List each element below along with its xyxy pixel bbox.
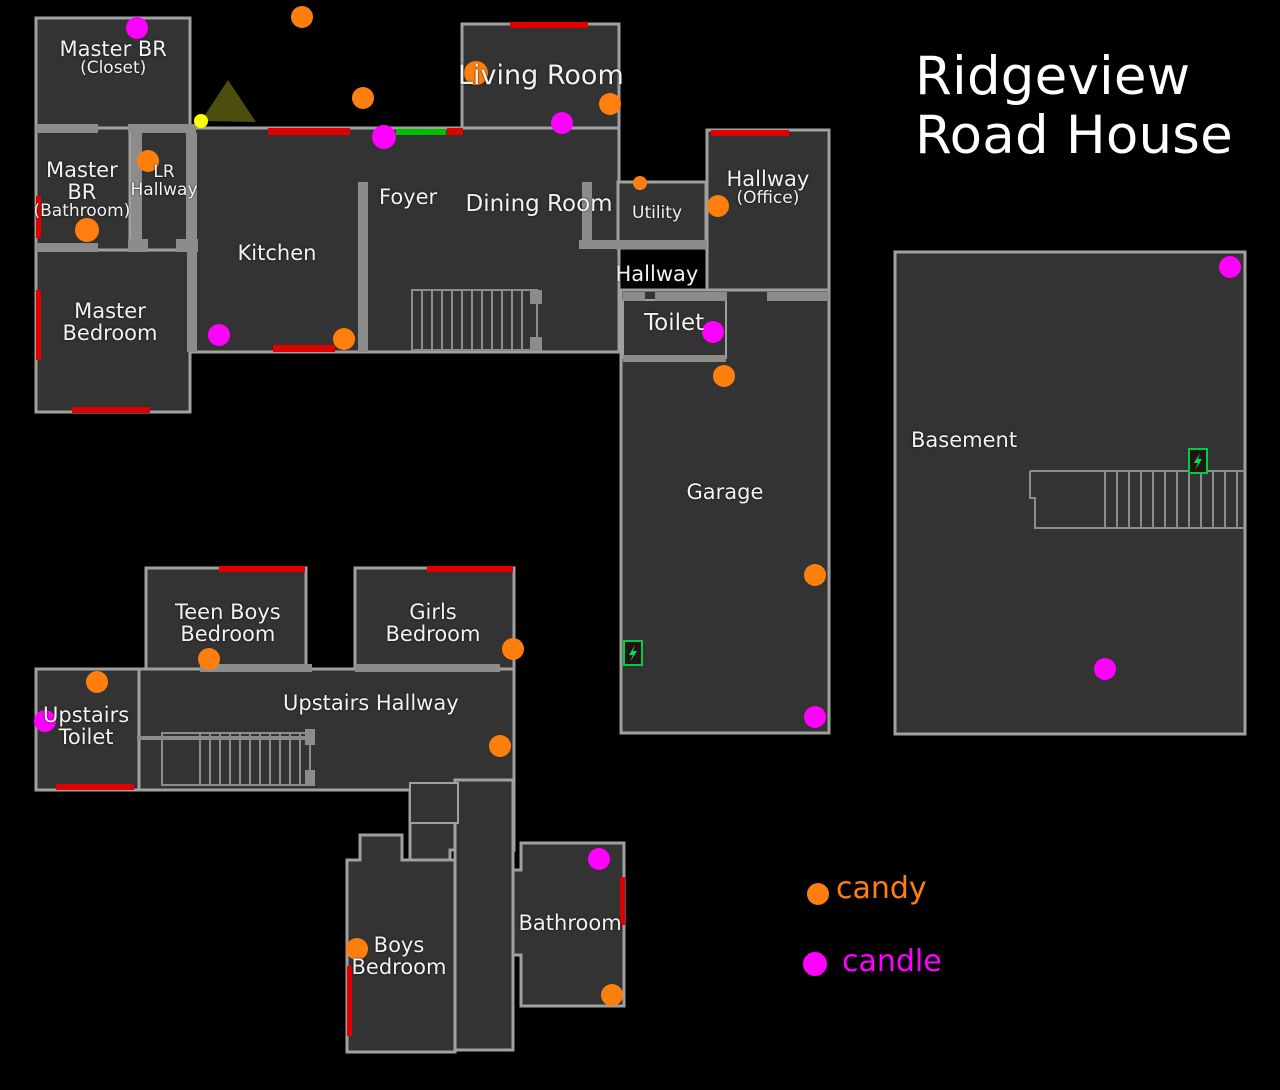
room-shape-teen-boys-bedroom: [144, 566, 308, 677]
legend-dot-candle: [803, 952, 827, 976]
breaker-icon-garage[interactable]: [623, 640, 643, 666]
candy-marker[interactable]: [137, 150, 159, 172]
room-shape-bathroom: [511, 841, 626, 1008]
candy-marker[interactable]: [599, 93, 621, 115]
legend-label-candle: candle: [842, 944, 942, 979]
candy-marker[interactable]: [713, 365, 735, 387]
floorplan-canvas: Master BR (Closet) Master BR (Bathroom) LR Hal…: [0, 0, 1280, 1090]
legend-label-candy: candy: [836, 871, 927, 906]
candy-marker[interactable]: [198, 648, 220, 670]
room-shape-basement: [893, 250, 1247, 736]
candy-marker[interactable]: [502, 638, 524, 660]
candy-marker[interactable]: [601, 984, 623, 1006]
room-shape-utility: [616, 180, 708, 250]
candy-marker[interactable]: [352, 87, 374, 109]
room-shape-master-bedroom: [34, 248, 192, 414]
candy-marker[interactable]: [633, 176, 647, 190]
candy-marker[interactable]: [333, 328, 355, 350]
room-shape-upstairs-nook: [409, 782, 459, 824]
door-open-dining: [396, 129, 446, 135]
candle-marker[interactable]: [208, 324, 230, 346]
candle-marker[interactable]: [1094, 658, 1116, 680]
upstairs-group: [34, 566, 626, 1054]
candy-marker[interactable]: [464, 61, 488, 85]
candle-marker[interactable]: [551, 112, 573, 134]
page-title: Ridgeview Road House: [915, 47, 1233, 166]
candy-marker[interactable]: [86, 671, 108, 693]
candy-marker[interactable]: [291, 6, 313, 28]
candle-marker[interactable]: [126, 17, 148, 39]
title-line-2: Road House: [915, 105, 1233, 167]
basement-group: [893, 250, 1247, 736]
title-line-1: Ridgeview: [915, 46, 1191, 107]
candle-marker[interactable]: [34, 710, 56, 732]
room-shape-girls-bedroom: [353, 566, 516, 677]
legend-dot-candy: [807, 883, 829, 905]
room-shape-kitchen-dining-block: [188, 126, 621, 354]
candle-marker[interactable]: [372, 125, 396, 149]
candy-marker[interactable]: [707, 195, 729, 217]
room-shape-master-br-closet: [34, 16, 192, 130]
candle-marker[interactable]: [702, 321, 724, 343]
candy-marker[interactable]: [346, 938, 368, 960]
candy-marker[interactable]: [75, 218, 99, 242]
player-marker: [194, 114, 208, 128]
candle-marker[interactable]: [588, 848, 610, 870]
breaker-icon-basement[interactable]: [1188, 448, 1208, 474]
room-shape-upstairs-corridor: [453, 778, 515, 1052]
candy-marker[interactable]: [489, 735, 511, 757]
candle-marker[interactable]: [804, 706, 826, 728]
player-view-cone: [201, 80, 256, 122]
candy-marker[interactable]: [804, 564, 826, 586]
candle-marker[interactable]: [1219, 256, 1241, 278]
